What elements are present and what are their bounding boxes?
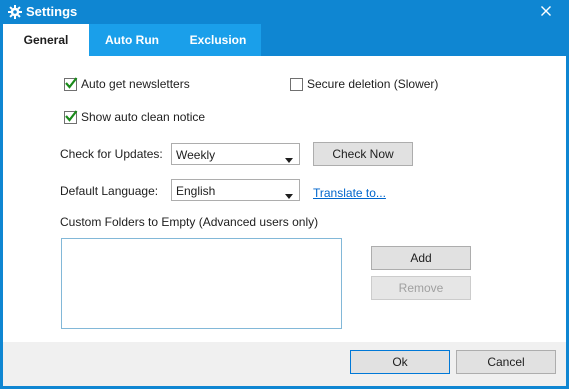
cancel-button[interactable]: Cancel [456,350,556,374]
tab-general[interactable]: General [3,24,89,56]
dialog-footer: Ok Cancel [3,342,566,386]
update-frequency-value: Weekly [176,148,216,162]
ok-button[interactable]: Ok [350,350,450,374]
tab-exclusion[interactable]: Exclusion [175,24,261,56]
checkmark-icon [65,76,78,89]
auto-clean-notice-checkbox[interactable]: Show auto clean notice [64,109,206,124]
language-select[interactable]: English [171,179,300,201]
default-language-label: Default Language: [60,184,159,198]
checkmark-icon [65,109,78,122]
chevron-down-icon [285,188,293,202]
checkbox-box[interactable] [64,109,78,124]
settings-window: Settings General Auto Run Exclusion Auto… [0,0,569,389]
chevron-down-icon [285,152,293,166]
language-value: English [176,184,216,198]
tab-auto-run[interactable]: Auto Run [89,24,175,56]
auto-clean-notice-label: Show auto clean notice [81,110,206,124]
check-updates-label: Check for Updates: [60,147,163,161]
add-folder-button[interactable]: Add [371,246,471,270]
tab-bar: General Auto Run Exclusion [3,24,566,56]
secure-deletion-label: Secure deletion (Slower) [307,77,439,91]
close-button[interactable] [523,0,569,24]
checkbox-box[interactable] [64,76,78,91]
translate-link[interactable]: Translate to... [313,186,386,200]
update-frequency-select[interactable]: Weekly [171,143,300,165]
gear-icon [7,4,23,20]
general-panel: Auto get newsletters Secure deletion (Sl… [3,56,566,342]
checkbox-box[interactable] [290,77,303,91]
secure-deletion-checkbox[interactable]: Secure deletion (Slower) [290,77,438,91]
auto-newsletters-checkbox[interactable]: Auto get newsletters [64,76,190,91]
custom-folders-list[interactable] [61,238,342,329]
custom-folders-label: Custom Folders to Empty (Advanced users … [60,215,319,229]
remove-folder-button[interactable]: Remove [371,276,471,300]
check-now-button[interactable]: Check Now [313,142,413,166]
title-bar[interactable]: Settings [0,0,569,24]
close-icon[interactable] [541,5,551,19]
window-title: Settings [26,4,78,19]
auto-newsletters-label: Auto get newsletters [81,77,190,91]
